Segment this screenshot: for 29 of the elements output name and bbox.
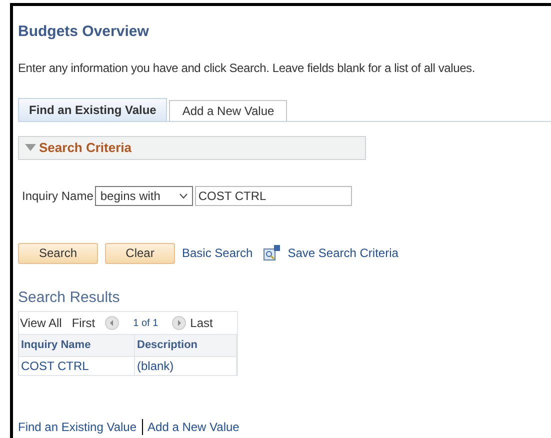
section-header[interactable]: Search Criteria	[18, 136, 366, 160]
first-link[interactable]: First	[72, 314, 96, 332]
column-header: Description	[135, 335, 237, 356]
column-header: Inquiry Name	[19, 335, 135, 356]
basic-search-link[interactable]: Basic Search	[182, 244, 253, 262]
instructions: Enter any information you have and click Search. Leave fields blank for a list of all values.	[18, 60, 476, 76]
tab[interactable]: Find an Existing Value	[18, 98, 168, 120]
footer-link[interactable]: Add a New Value	[148, 418, 240, 436]
triangle-icon	[25, 144, 36, 151]
operator-dropdown[interactable]: begins with	[95, 186, 194, 206]
field-label: Inquiry Name	[22, 188, 94, 204]
clear-button[interactable]: Clear	[105, 242, 175, 264]
chevron-icon	[179, 192, 188, 198]
tab[interactable]: Add a New Value	[169, 100, 288, 120]
view-all-link[interactable]: View All	[20, 314, 62, 332]
results-title: Search Results	[18, 288, 121, 308]
page-title: Budgets Overview	[18, 22, 150, 42]
previous-icon[interactable]	[105, 316, 120, 330]
page-count: 1 of 1	[133, 316, 158, 330]
search-button[interactable]: Search	[18, 242, 98, 264]
footer-link[interactable]: Find an Existing Value	[18, 418, 137, 436]
inquiry-name-field[interactable]: COST CTRL	[195, 186, 352, 206]
save-search-icon[interactable]	[262, 245, 281, 261]
next-icon[interactable]	[172, 316, 186, 330]
section-title: Search Criteria	[39, 138, 132, 157]
last-link[interactable]: Last	[190, 314, 213, 332]
save-search-criteria-link[interactable]: Save Search Criteria	[288, 244, 398, 262]
table-cell[interactable]: COST CTRL	[19, 356, 135, 375]
table-cell[interactable]: (blank)	[135, 356, 237, 375]
